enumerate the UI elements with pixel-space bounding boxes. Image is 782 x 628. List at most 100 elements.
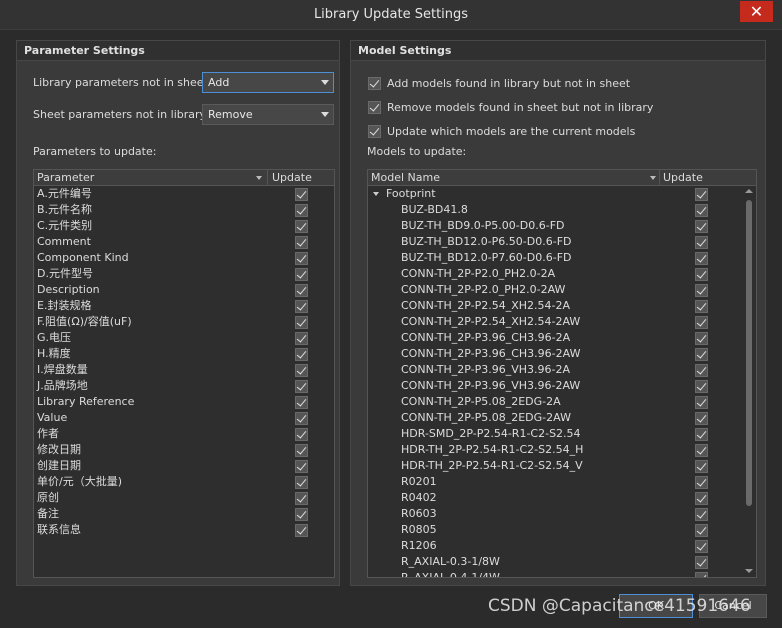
update-checkbox[interactable] [295, 236, 308, 249]
update-checkbox[interactable] [695, 364, 708, 377]
update-checkbox[interactable] [295, 380, 308, 393]
table-row[interactable]: Library Reference [34, 394, 334, 410]
table-row[interactable]: R1206 [368, 538, 756, 554]
option-update-current[interactable]: Update which models are the current mode… [368, 123, 635, 139]
table-row[interactable]: CONN-TH_2P-P5.08_2EDG-2A [368, 394, 756, 410]
table-row[interactable]: 单价/元（大批量) [34, 474, 334, 490]
update-checkbox[interactable] [695, 476, 708, 489]
update-checkbox[interactable] [295, 492, 308, 505]
lib-not-in-sheet-select[interactable]: Add [202, 72, 334, 93]
update-checkbox[interactable] [295, 444, 308, 457]
sheet-not-in-lib-select[interactable]: Remove [202, 104, 334, 125]
update-checkbox[interactable] [695, 524, 708, 537]
table-row[interactable]: B.元件名称 [34, 202, 334, 218]
table-row[interactable]: CONN-TH_2P-P2.54_XH2.54-2A [368, 298, 756, 314]
update-checkbox[interactable] [695, 412, 708, 425]
option-remove-models[interactable]: Remove models found in sheet but not in … [368, 99, 653, 115]
group-update-checkbox[interactable] [695, 188, 708, 201]
update-checkbox[interactable] [295, 204, 308, 217]
update-checkbox[interactable] [295, 460, 308, 473]
tree-group-footprint[interactable]: Footprint [368, 186, 756, 202]
update-checkbox[interactable] [295, 348, 308, 361]
table-row[interactable]: R0402 [368, 490, 756, 506]
update-checkbox[interactable] [695, 220, 708, 233]
update-checkbox[interactable] [295, 188, 308, 201]
update-checkbox[interactable] [295, 508, 308, 521]
table-row[interactable]: BUZ-TH_BD12.0-P6.50-D0.6-FD [368, 234, 756, 250]
checkbox-remove-models[interactable] [368, 100, 381, 114]
table-row[interactable]: J.品牌场地 [34, 378, 334, 394]
update-checkbox[interactable] [695, 572, 708, 577]
update-checkbox[interactable] [295, 332, 308, 345]
update-checkbox[interactable] [295, 268, 308, 281]
update-checkbox[interactable] [695, 348, 708, 361]
table-row[interactable]: HDR-SMD_2P-P2.54-R1-C2-S2.54 [368, 426, 756, 442]
update-checkbox[interactable] [695, 204, 708, 217]
update-checkbox[interactable] [295, 220, 308, 233]
table-row[interactable]: Value [34, 410, 334, 426]
column-header-update[interactable]: Update [272, 171, 312, 184]
table-row[interactable]: R0201 [368, 474, 756, 490]
table-row[interactable]: CONN-TH_2P-P3.96_CH3.96-2A [368, 330, 756, 346]
update-checkbox[interactable] [695, 316, 708, 329]
table-row[interactable]: CONN-TH_2P-P3.96_VH3.96-2A [368, 362, 756, 378]
table-row[interactable]: Description [34, 282, 334, 298]
table-row[interactable]: R0805 [368, 522, 756, 538]
update-checkbox[interactable] [295, 252, 308, 265]
scroll-up-icon[interactable] [745, 189, 753, 193]
update-checkbox[interactable] [695, 300, 708, 313]
models-grid[interactable]: Model Name Update Footprint BUZ-BD41.8 BU… [367, 169, 757, 578]
table-row[interactable]: 作者 [34, 426, 334, 442]
column-header-parameter[interactable]: Parameter [37, 171, 94, 184]
models-scrollbar[interactable] [742, 186, 756, 577]
update-checkbox[interactable] [295, 364, 308, 377]
update-checkbox[interactable] [695, 332, 708, 345]
column-header-model-name[interactable]: Model Name [371, 171, 440, 184]
column-header-update[interactable]: Update [663, 171, 703, 184]
update-checkbox[interactable] [695, 268, 708, 281]
expand-collapse-icon[interactable] [373, 192, 379, 196]
update-checkbox[interactable] [695, 284, 708, 297]
update-checkbox[interactable] [295, 284, 308, 297]
table-row[interactable]: E.封装规格 [34, 298, 334, 314]
table-row[interactable]: Component Kind [34, 250, 334, 266]
update-checkbox[interactable] [695, 396, 708, 409]
scrollbar-thumb[interactable] [746, 200, 752, 506]
update-checkbox[interactable] [695, 556, 708, 569]
table-row[interactable]: R0603 [368, 506, 756, 522]
table-row[interactable]: CONN-TH_2P-P2.0_PH2.0-2A [368, 266, 756, 282]
update-checkbox[interactable] [695, 428, 708, 441]
table-row[interactable]: I.焊盘数量 [34, 362, 334, 378]
update-checkbox[interactable] [295, 396, 308, 409]
table-row[interactable]: R_AXIAL-0.3-1/8W [368, 554, 756, 570]
table-row[interactable]: BUZ-TH_BD9.0-P5.00-D0.6-FD [368, 218, 756, 234]
table-row[interactable]: H.精度 [34, 346, 334, 362]
update-checkbox[interactable] [695, 380, 708, 393]
table-row[interactable]: 修改日期 [34, 442, 334, 458]
close-button[interactable]: ✕ [740, 1, 773, 22]
option-add-models[interactable]: Add models found in library but not in s… [368, 75, 630, 91]
table-row[interactable]: R_AXIAL-0.4-1/4W [368, 570, 756, 577]
table-row[interactable]: G.电压 [34, 330, 334, 346]
table-row[interactable]: D.元件型号 [34, 266, 334, 282]
checkbox-update-current[interactable] [368, 124, 381, 138]
parameters-grid[interactable]: Parameter Update A.元件编号 B.元件名称 C.元件类别 Comme… [33, 169, 335, 578]
table-row[interactable]: 联系信息 [34, 522, 334, 538]
scroll-down-icon[interactable] [745, 569, 753, 573]
update-checkbox[interactable] [695, 460, 708, 473]
update-checkbox[interactable] [695, 236, 708, 249]
update-checkbox[interactable] [695, 508, 708, 521]
table-row[interactable]: HDR-TH_2P-P2.54-R1-C2-S2.54_V [368, 458, 756, 474]
table-row[interactable]: BUZ-TH_BD12.0-P7.60-D0.6-FD [368, 250, 756, 266]
table-row[interactable]: CONN-TH_2P-P3.96_CH3.96-2AW [368, 346, 756, 362]
table-row[interactable]: Comment [34, 234, 334, 250]
table-row[interactable]: BUZ-BD41.8 [368, 202, 756, 218]
table-row[interactable]: C.元件类别 [34, 218, 334, 234]
update-checkbox[interactable] [695, 252, 708, 265]
update-checkbox[interactable] [295, 524, 308, 537]
table-row[interactable]: CONN-TH_2P-P5.08_2EDG-2AW [368, 410, 756, 426]
update-checkbox[interactable] [695, 492, 708, 505]
table-row[interactable]: HDR-TH_2P-P2.54-R1-C2-S2.54_H [368, 442, 756, 458]
update-checkbox[interactable] [295, 476, 308, 489]
update-checkbox[interactable] [295, 412, 308, 425]
